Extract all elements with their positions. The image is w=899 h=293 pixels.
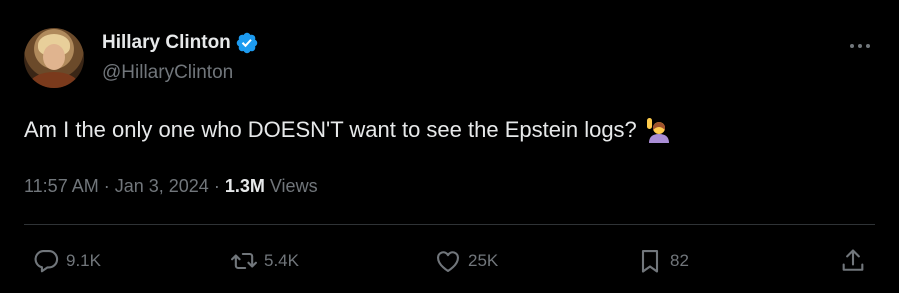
tweet-date[interactable]: Jan 3, 2024	[115, 176, 209, 196]
display-name[interactable]: Hillary Clinton	[102, 31, 231, 55]
tweet-card: Hillary Clinton @HillaryClinton Am I the…	[0, 0, 899, 293]
author-names: Hillary Clinton @HillaryClinton	[102, 31, 259, 86]
reply-count: 9.1K	[66, 251, 101, 270]
views-label: Views	[269, 176, 318, 196]
bookmark-icon	[641, 250, 659, 273]
display-name-row: Hillary Clinton	[102, 31, 259, 55]
meta-separator: ·	[213, 176, 225, 196]
bookmark-count: 82	[670, 251, 689, 270]
share-button[interactable]	[839, 243, 867, 279]
bookmark-button[interactable]: 82	[636, 243, 689, 279]
action-bar: 9.1K 5.4K 25K 82	[24, 243, 875, 279]
share-icon	[842, 249, 864, 271]
more-options-icon[interactable]	[845, 36, 875, 56]
heart-icon	[437, 251, 459, 272]
like-count: 25K	[468, 251, 499, 270]
tweet-meta: 11:57 AM · Jan 3, 2024 · 1.3M Views	[24, 174, 318, 198]
repost-count: 5.4K	[264, 251, 299, 270]
like-button[interactable]: 25K	[434, 243, 498, 279]
author-handle[interactable]: @HillaryClinton	[102, 60, 259, 86]
person-raising-hand-emoji-icon	[646, 118, 669, 143]
views-count: 1.3M	[224, 176, 265, 196]
verified-badge-icon[interactable]	[235, 31, 259, 55]
divider	[24, 224, 875, 225]
avatar-face	[43, 44, 65, 70]
reply-button[interactable]: 9.1K	[32, 243, 101, 279]
avatar-body	[30, 72, 78, 88]
avatar[interactable]	[24, 28, 84, 88]
tweet-text: Am I the only one who DOESN'T want to se…	[24, 117, 637, 142]
reply-icon	[34, 250, 59, 273]
tweet-body: Am I the only one who DOESN'T want to se…	[24, 115, 671, 145]
meta-separator: ·	[103, 176, 115, 196]
tweet-header: Hillary Clinton @HillaryClinton	[24, 28, 259, 88]
repost-button[interactable]: 5.4K	[230, 243, 299, 279]
repost-icon	[231, 252, 257, 270]
tweet-time[interactable]: 11:57 AM	[24, 176, 99, 196]
